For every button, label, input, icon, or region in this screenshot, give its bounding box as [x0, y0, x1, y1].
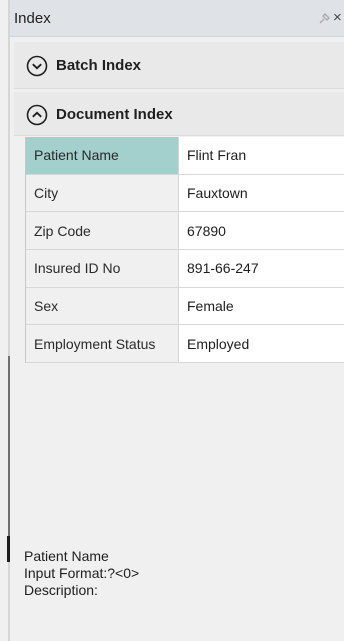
field-value-input[interactable]: Employed	[179, 325, 344, 363]
chevron-down-circle-icon[interactable]	[26, 55, 48, 77]
field-row-zip-code[interactable]: Zip Code 67890	[26, 212, 344, 251]
description-field-name: Patient Name	[24, 548, 109, 564]
pin-icon[interactable]	[316, 11, 332, 27]
field-row-patient-name[interactable]: Patient Name Flint Fran	[26, 137, 344, 175]
field-row-sex[interactable]: Sex Female	[26, 287, 344, 326]
description-text: Description:	[24, 582, 98, 598]
field-label: Patient Name	[26, 137, 179, 174]
field-description-area: Patient Name Input Format:?<0> Descripti…	[24, 548, 139, 599]
field-value-input[interactable]: Female	[179, 287, 344, 325]
batch-index-header[interactable]: Batch Index	[14, 42, 344, 89]
field-label: Sex	[26, 287, 179, 325]
field-label: Zip Code	[26, 212, 179, 250]
panel-title-bar: Index ×	[10, 0, 344, 37]
chevron-up-circle-icon[interactable]	[26, 104, 48, 126]
field-row-employment-status[interactable]: Employment Status Employed	[26, 325, 344, 364]
batch-index-label: Batch Index	[56, 57, 142, 74]
field-label: Insured ID No	[26, 250, 179, 287]
field-label: City	[26, 174, 179, 212]
field-value-input[interactable]: 891-66-247	[179, 250, 344, 287]
dock-edge	[0, 0, 10, 641]
index-window: Index × Batch Index Document Index Patie…	[0, 0, 344, 641]
field-value-input[interactable]: Fauxtown	[179, 174, 344, 212]
field-value-input[interactable]: Flint Fran	[179, 137, 344, 174]
panel-title: Index	[14, 10, 51, 27]
document-index-label: Document Index	[56, 106, 173, 123]
document-index-grid: Patient Name Flint Fran City Fauxtown Zi…	[25, 137, 344, 364]
document-index-header[interactable]: Document Index	[14, 92, 344, 136]
description-input-format: Input Format:?<0>	[24, 565, 140, 581]
index-panel: Index × Batch Index Document Index Patie…	[10, 0, 344, 641]
field-label: Employment Status	[26, 325, 179, 363]
field-value-input[interactable]: 67890	[179, 212, 344, 250]
close-icon[interactable]: ×	[333, 10, 344, 26]
field-row-city[interactable]: City Fauxtown	[26, 174, 344, 213]
field-row-insured-id[interactable]: Insured ID No 891-66-247	[26, 250, 344, 288]
